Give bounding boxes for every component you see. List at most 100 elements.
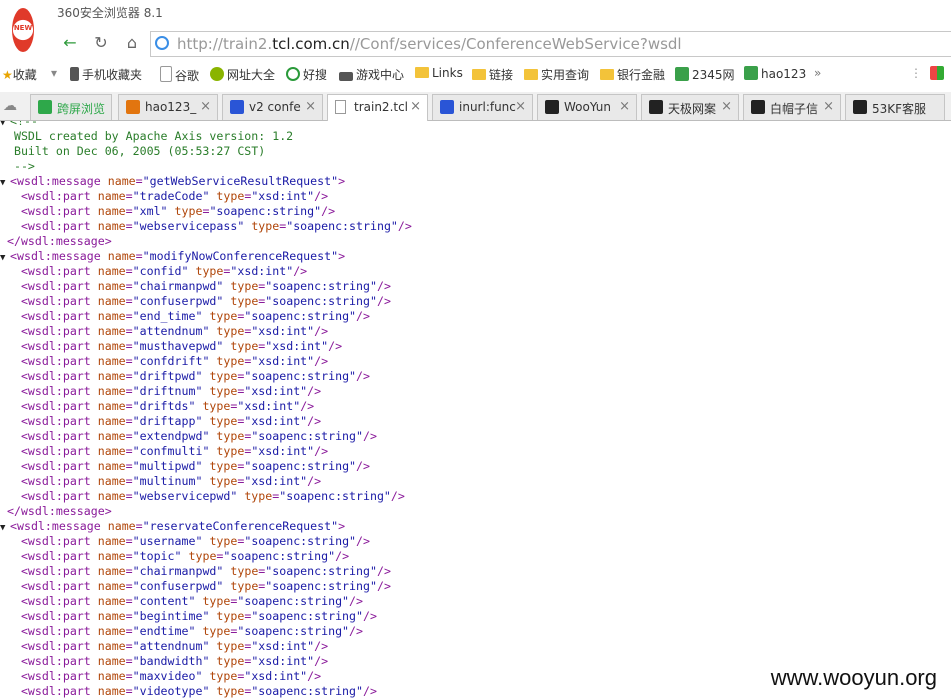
favorite-item[interactable]: 银行金融 — [600, 66, 665, 83]
menu-dots-icon[interactable]: ⋮ — [910, 66, 922, 80]
search-icon — [286, 67, 300, 81]
favorites-bar: ★收藏 ▾ 手机收藏夹 谷歌 网址大全 好搜 游戏中心 Links 链接 实用查… — [0, 60, 951, 88]
folder-icon — [415, 67, 429, 78]
xml-comment-line: WSDL created by Apache Axis version: 1.2 — [0, 129, 294, 143]
cloud-icon[interactable]: ☁ — [3, 98, 17, 114]
refresh-icon[interactable]: ↻ — [90, 32, 112, 54]
more-favorites-icon[interactable]: » — [814, 66, 821, 80]
xml-comment-close: --> — [0, 159, 35, 173]
tab-tianji[interactable]: 天极网案 × — [641, 94, 739, 120]
tab-favicon-icon — [545, 100, 559, 114]
xml-part: <wsdl:part name="confuserpwd" type="soap… — [20, 294, 391, 308]
back-arrow-icon[interactable]: ← — [59, 32, 81, 54]
xml-part: <wsdl:part name="begintime" type="soapen… — [20, 609, 377, 623]
tab-favicon-icon — [440, 100, 454, 114]
tab-favicon-icon — [751, 100, 765, 114]
xml-part: <wsdl:part name="confid" type="xsd:int"/… — [20, 264, 308, 278]
close-icon[interactable]: × — [823, 99, 834, 114]
xml-part: <wsdl:part name="extendpwd" type="soapen… — [20, 429, 377, 443]
favorite-item[interactable]: 游戏中心 — [339, 66, 404, 83]
gamepad-icon — [339, 72, 353, 81]
xml-part: <wsdl:part name="xml" type="soapenc:stri… — [20, 204, 336, 218]
xml-part: <wsdl:part name="webservicepass" type="s… — [20, 219, 412, 233]
xml-part: <wsdl:part name="username" type="soapenc… — [20, 534, 370, 548]
xml-part: <wsdl:part name="driftds" type="xsd:int"… — [20, 399, 315, 413]
tab-favicon-icon — [230, 100, 244, 114]
tab-whitehat[interactable]: 白帽子信 × — [743, 94, 841, 120]
tab-hao123[interactable]: hao123_ × — [118, 94, 218, 120]
favorite-item[interactable]: 网址大全 — [210, 66, 275, 83]
tab-inurl[interactable]: inurl:func × — [432, 94, 533, 120]
xml-part: <wsdl:part name="multinum" type="xsd:int… — [20, 474, 322, 488]
xml-part: <wsdl:part name="driftpwd" type="soapenc… — [20, 369, 370, 383]
close-icon[interactable]: × — [619, 99, 630, 114]
star-icon: ★ — [2, 68, 13, 82]
close-icon[interactable]: × — [305, 99, 316, 114]
xml-message-open: ▼ <wsdl:message name="reservateConference… — [0, 519, 951, 534]
app-title: 360安全浏览器 8.1 — [57, 6, 163, 20]
close-icon[interactable]: × — [410, 99, 421, 114]
xml-comment-line: Built on Dec 06, 2005 (05:53:27 CST) — [0, 144, 266, 158]
folder-icon — [600, 69, 614, 80]
page-icon — [160, 66, 172, 82]
close-icon[interactable]: × — [200, 99, 211, 114]
url-text: http://train2.tcl.com.cn//Conf/services/… — [177, 35, 682, 53]
2345-icon — [675, 67, 689, 81]
tab-favicon-icon — [38, 100, 52, 114]
xml-part: <wsdl:part name="end_time" type="soapenc… — [20, 309, 370, 323]
page-icon — [335, 100, 346, 114]
xml-message-close: </wsdl:message> — [6, 234, 112, 248]
xml-part: <wsdl:part name="chairmanpwd" type="soap… — [20, 279, 391, 293]
xml-part: <wsdl:part name="webservicepwd" type="so… — [20, 489, 405, 503]
tab-v2-conference[interactable]: v2 confe × — [222, 94, 323, 120]
xml-message-close: </wsdl:message> — [6, 504, 112, 518]
xml-message-open: ▼ <wsdl:message name="getWebServiceResult… — [0, 174, 951, 189]
folder-icon — [524, 69, 538, 80]
globe-icon — [210, 67, 224, 81]
favorite-item[interactable]: 好搜 — [286, 66, 327, 83]
xml-part: <wsdl:part name="tradeCode" type="xsd:in… — [20, 189, 329, 203]
folder-icon — [472, 69, 486, 80]
favorite-item[interactable]: 链接 — [472, 66, 513, 83]
globe-icon — [155, 36, 169, 50]
xml-part: <wsdl:part name="musthavepwd" type="xsd:… — [20, 339, 343, 353]
close-icon[interactable]: × — [515, 99, 526, 114]
address-bar[interactable]: http://train2.tcl.com.cn//Conf/services/… — [150, 31, 951, 57]
favorite-item[interactable]: Links — [415, 66, 463, 80]
xml-part: <wsdl:part name="confdrift" type="xsd:in… — [20, 354, 329, 368]
xml-part: <wsdl:part name="topic" type="soapenc:st… — [20, 549, 350, 563]
xml-part: <wsdl:part name="attendnum" type="xsd:in… — [20, 324, 329, 338]
xml-message-open: ▼ <wsdl:message name="modifyNowConference… — [0, 249, 951, 264]
tab-bar: ☁ 跨屏浏览 hao123_ × v2 confe × train2.tcl × in… — [0, 92, 951, 121]
favorite-item[interactable]: 2345网 — [675, 66, 735, 83]
favorite-item[interactable]: 谷歌 — [160, 66, 199, 84]
xml-part: <wsdl:part name="attendnum" type="xsd:in… — [20, 639, 329, 653]
title-bar: NEW 360安全浏览器 8.1 — [0, 0, 951, 52]
phone-icon — [70, 67, 79, 81]
tab-cross-screen[interactable]: 跨屏浏览 — [30, 94, 112, 120]
xml-part: <wsdl:part name="content" type="soapenc:… — [20, 594, 364, 608]
favorite-item[interactable]: 手机收藏夹 — [70, 66, 142, 83]
tab-wooyun[interactable]: WooYun × — [537, 94, 637, 120]
tab-favicon-icon — [649, 100, 663, 114]
xml-comment-open: ▼ <!-- — [0, 121, 38, 128]
close-icon[interactable]: × — [721, 99, 732, 114]
favorite-item[interactable]: hao123 — [744, 66, 806, 81]
tab-favicon-icon — [853, 100, 867, 114]
xml-part: <wsdl:part name="driftnum" type="xsd:int… — [20, 384, 322, 398]
apps-icon[interactable] — [930, 66, 947, 81]
2345-icon — [744, 66, 758, 80]
xml-part: <wsdl:part name="driftapp" type="xsd:int… — [20, 414, 322, 428]
xml-document-view: ▼ <!-- WSDL created by Apache Axis versio… — [0, 121, 951, 699]
tab-53kf[interactable]: 53KF客服 — [845, 94, 945, 120]
favorite-item[interactable]: ★收藏 — [2, 66, 37, 83]
home-icon[interactable]: ⌂ — [121, 32, 143, 54]
tab-train2-active[interactable]: train2.tcl × — [327, 94, 428, 121]
chevron-down-icon[interactable]: ▾ — [51, 66, 57, 80]
xml-part: <wsdl:part name="multipwd" type="soapenc… — [20, 459, 370, 473]
favorite-item[interactable]: 实用查询 — [524, 66, 589, 83]
xml-part: <wsdl:part name="confmulti" type="xsd:in… — [20, 444, 329, 458]
watermark: www.wooyun.org — [766, 665, 941, 691]
xml-part: <wsdl:part name="confuserpwd" type="soap… — [20, 579, 391, 593]
tab-favicon-icon — [126, 100, 140, 114]
